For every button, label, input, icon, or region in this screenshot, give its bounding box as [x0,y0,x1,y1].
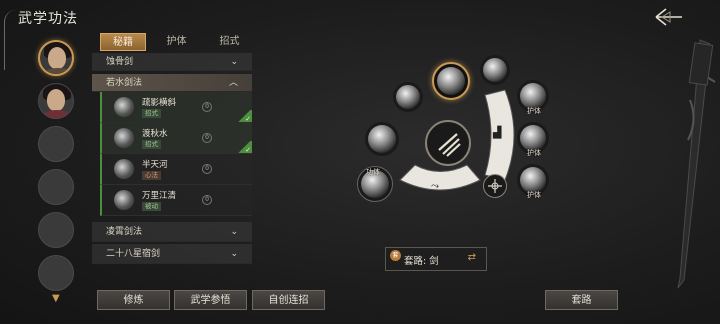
empty-portrait-slot[interactable] [38,212,74,248]
crosshair-icon [488,179,502,193]
wheel-bottom-segment [399,164,481,191]
routine-badge-icon: 套 [390,250,401,261]
group-header-shigu[interactable]: 蚀骨剑 ⌄ [92,53,252,71]
wheel-center-node[interactable] [425,120,471,166]
skill-name: 渡秋水 [142,129,168,139]
page-title: 武学功法 [18,11,78,27]
portrait-body [42,110,72,118]
routine-button[interactable]: 套路 [545,290,618,310]
tab-secret-books[interactable]: 秘籍 [100,33,146,51]
swap-icon[interactable]: ⇄ [468,252,476,263]
skill-panel: 秘籍 护体 招式 蚀骨剑 ⌄ 若水剑法 ︿ 疏影横斜 招式 0 ✓ 渡秋水 招式… [92,33,252,264]
skill-icon [368,125,396,153]
skill-item[interactable]: 半天河 心法 0 [100,154,252,185]
boot-icon: ▟ [492,125,502,139]
wheel-label: 功体 [366,168,380,176]
group-label: 蚀骨剑 [106,57,134,67]
tab-bar: 秘籍 护体 招式 [92,33,252,51]
add-slot-button[interactable] [483,174,507,198]
routine-selector[interactable]: 套 套路: 剑 ⇄ [385,247,487,271]
group-label: 凌霄剑法 [106,227,143,237]
wheel-node[interactable] [365,122,399,156]
skill-name: 万里江清 [142,191,177,201]
wheel-label: 护体 [527,149,541,157]
wheel-node[interactable] [480,55,510,85]
practice-button[interactable]: 修炼 [97,290,170,310]
skill-icon [483,58,507,82]
routine-label: 套路: 剑 [404,256,439,267]
skill-icon [437,67,465,95]
group-header-ruoshui[interactable]: 若水剑法 ︿ [92,74,252,92]
wheel-label: 护体 [527,191,541,199]
skill-icon [114,190,134,210]
portrait-body [43,68,72,74]
skill-level-icon: 0 [202,195,212,205]
character-portrait-2[interactable] [38,83,74,119]
tab-body-protection[interactable]: 护体 [154,33,199,51]
skill-type-badge: 心法 [142,171,161,180]
skill-type-badge: 招式 [142,109,161,118]
sword-illustration [677,39,716,289]
scroll-down-icon[interactable]: ▼ [52,293,60,304]
skill-icon [114,97,134,117]
skill-item[interactable]: 渡秋水 招式 0 ✓ [100,123,252,154]
skill-item[interactable]: 疏影横斜 招式 0 ✓ [100,92,252,123]
group-header-28stars[interactable]: 二十八星宿剑 ⌄ [92,244,252,264]
equipped-check-icon: ✓ [236,141,252,154]
skill-level-icon: 0 [202,133,212,143]
group-label: 若水剑法 [106,78,143,88]
claw-icon [438,133,461,157]
comprehend-button[interactable]: 武学参悟 [174,290,247,310]
portrait-face [48,47,66,69]
character-portrait-1[interactable] [38,40,74,76]
skill-wheel: ▟ ⤳ 功体 护体 护体 护体 [355,50,570,220]
skill-level-icon: 0 [202,102,212,112]
custom-combo-button[interactable]: 自创连招 [252,290,325,310]
skill-icon [396,85,420,109]
wheel-node-selected[interactable] [432,62,470,100]
empty-portrait-slot[interactable] [38,169,74,205]
empty-portrait-slot[interactable] [38,126,74,162]
skill-item[interactable]: 万里江清 被动 0 [100,185,252,216]
wheel-node[interactable] [393,82,423,112]
group-header-lingxiao[interactable]: 凌霄剑法 ⌄ [92,222,252,242]
skill-type-badge: 招式 [142,140,161,149]
back-arrow-icon[interactable] [654,6,684,28]
skill-type-badge: 被动 [142,202,161,211]
chevron-down-icon: ⌄ [230,249,238,259]
group-label: 二十八星宿剑 [106,249,161,259]
chevron-down-icon: ⌄ [230,57,238,67]
portrait-face [47,89,65,111]
chevron-up-icon: ︿ [228,78,238,88]
wheel-label: 护体 [527,107,541,115]
chevron-down-icon: ⌄ [230,227,238,237]
title-decoration [4,10,16,70]
skill-icon [114,128,134,148]
skill-icon [114,159,134,179]
skill-list: 疏影横斜 招式 0 ✓ 渡秋水 招式 0 ✓ 半天河 心法 0 万里江清 被动 … [100,92,252,216]
skill-name: 疏影横斜 [142,98,177,108]
tab-moves[interactable]: 招式 [207,33,252,51]
character-list [38,40,78,298]
dash-icon: ⤳ [431,181,439,192]
empty-portrait-slot[interactable] [38,255,74,291]
equipped-check-icon: ✓ [236,110,252,123]
skill-level-icon: 0 [202,164,212,174]
skill-name: 半天河 [142,160,168,170]
